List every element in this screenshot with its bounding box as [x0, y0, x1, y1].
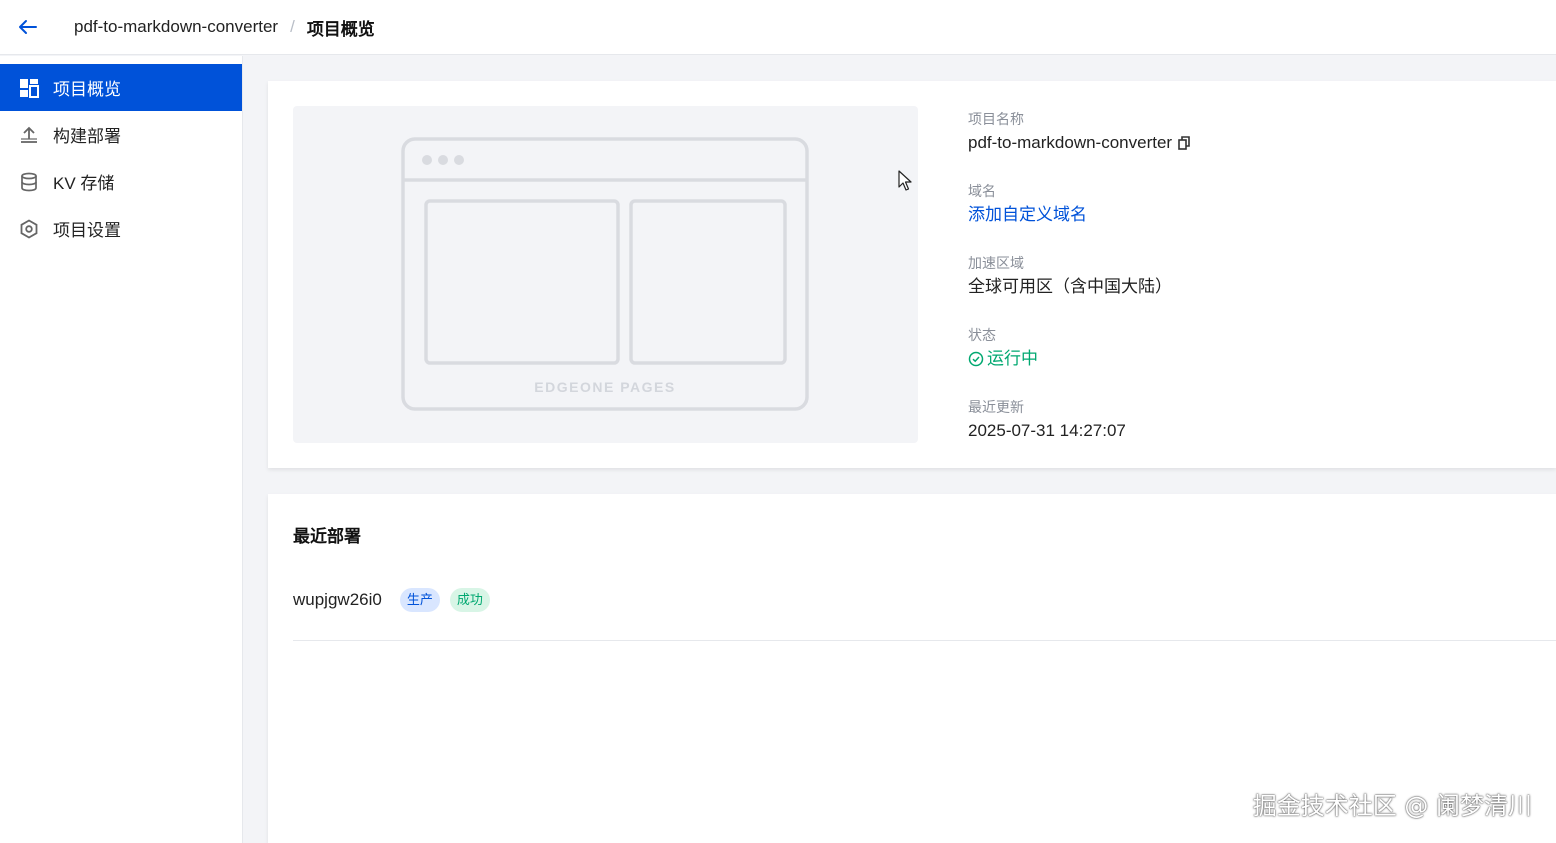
region-value: 全球可用区（含中国大陆） [968, 277, 1172, 296]
last-updated-value: 2025-07-31 14:27:07 [968, 421, 1126, 440]
sidebar-item-overview[interactable]: 项目概览 [0, 64, 242, 111]
site-preview[interactable]: EDGEONE PAGES [293, 106, 918, 443]
project-name-field: 项目名称 pdf-to-markdown-converter [968, 109, 1528, 157]
preview-caption: EDGEONE PAGES [534, 379, 675, 395]
project-name-value: pdf-to-markdown-converter [968, 133, 1173, 152]
add-custom-domain-link[interactable]: 添加自定义域名 [968, 201, 1528, 229]
deployment-row[interactable]: wupjgw26i0 生产 成功 [293, 582, 1556, 641]
last-updated-label: 最近更新 [968, 399, 1024, 415]
region-label: 加速区域 [968, 255, 1024, 271]
upload-icon [18, 124, 40, 146]
status-field: 状态 运行中 [968, 325, 1528, 373]
project-info: 项目名称 pdf-to-markdown-converter 域名 添加自定义域… [968, 109, 1528, 469]
sidebar-item-label: 项目概览 [53, 80, 121, 99]
project-name-row: pdf-to-markdown-converter [968, 129, 1528, 157]
status-value: 运行中 [987, 349, 1038, 368]
check-circle-icon [968, 351, 984, 367]
sidebar-item-label: 项目设置 [53, 221, 121, 240]
domain-label: 域名 [968, 183, 996, 199]
copy-icon[interactable] [1178, 136, 1190, 150]
mouse-pointer-icon [898, 170, 912, 197]
recent-deployments-title: 最近部署 [293, 527, 361, 546]
last-updated-field: 最近更新 2025-07-31 14:27:07 [968, 397, 1528, 445]
deployment-status-tag: 成功 [449, 588, 490, 612]
top-bar: pdf-to-markdown-converter / 项目概览 [0, 0, 1556, 55]
settings-icon [18, 218, 40, 240]
breadcrumb-project-link[interactable]: pdf-to-markdown-converter [74, 17, 278, 37]
deployment-id-link[interactable]: wupjgw26i0 [293, 582, 382, 618]
project-overview-card: EDGEONE PAGES 项目名称 pdf-to-markdown-conve… [268, 81, 1556, 468]
sidebar: 项目概览 构建部署 KV 存储 项目设置 [0, 56, 243, 843]
project-name-label: 项目名称 [968, 111, 1024, 127]
database-icon [18, 171, 40, 193]
sidebar-item-kv-storage[interactable]: KV 存储 [0, 158, 242, 205]
breadcrumb: pdf-to-markdown-converter / 项目概览 [74, 15, 375, 40]
region-field: 加速区域 全球可用区（含中国大陆） [968, 253, 1528, 301]
environment-tag: 生产 [399, 588, 440, 612]
status-label: 状态 [968, 327, 996, 343]
browser-window-illustration: EDGEONE PAGES [401, 137, 809, 411]
sidebar-item-label: 构建部署 [53, 127, 121, 146]
watermark: 掘金技术社区 @ 阑梦清川 [1252, 792, 1532, 820]
back-arrow-icon[interactable] [0, 0, 56, 55]
status-row: 运行中 [968, 345, 1528, 373]
breadcrumb-current-page: 项目概览 [306, 19, 375, 39]
sidebar-item-project-settings[interactable]: 项目设置 [0, 205, 242, 252]
sidebar-item-label: KV 存储 [53, 174, 115, 193]
domain-field: 域名 添加自定义域名 [968, 181, 1528, 229]
sidebar-item-build-deploy[interactable]: 构建部署 [0, 111, 242, 158]
dashboard-icon [18, 77, 40, 99]
breadcrumb-separator: / [290, 17, 295, 36]
